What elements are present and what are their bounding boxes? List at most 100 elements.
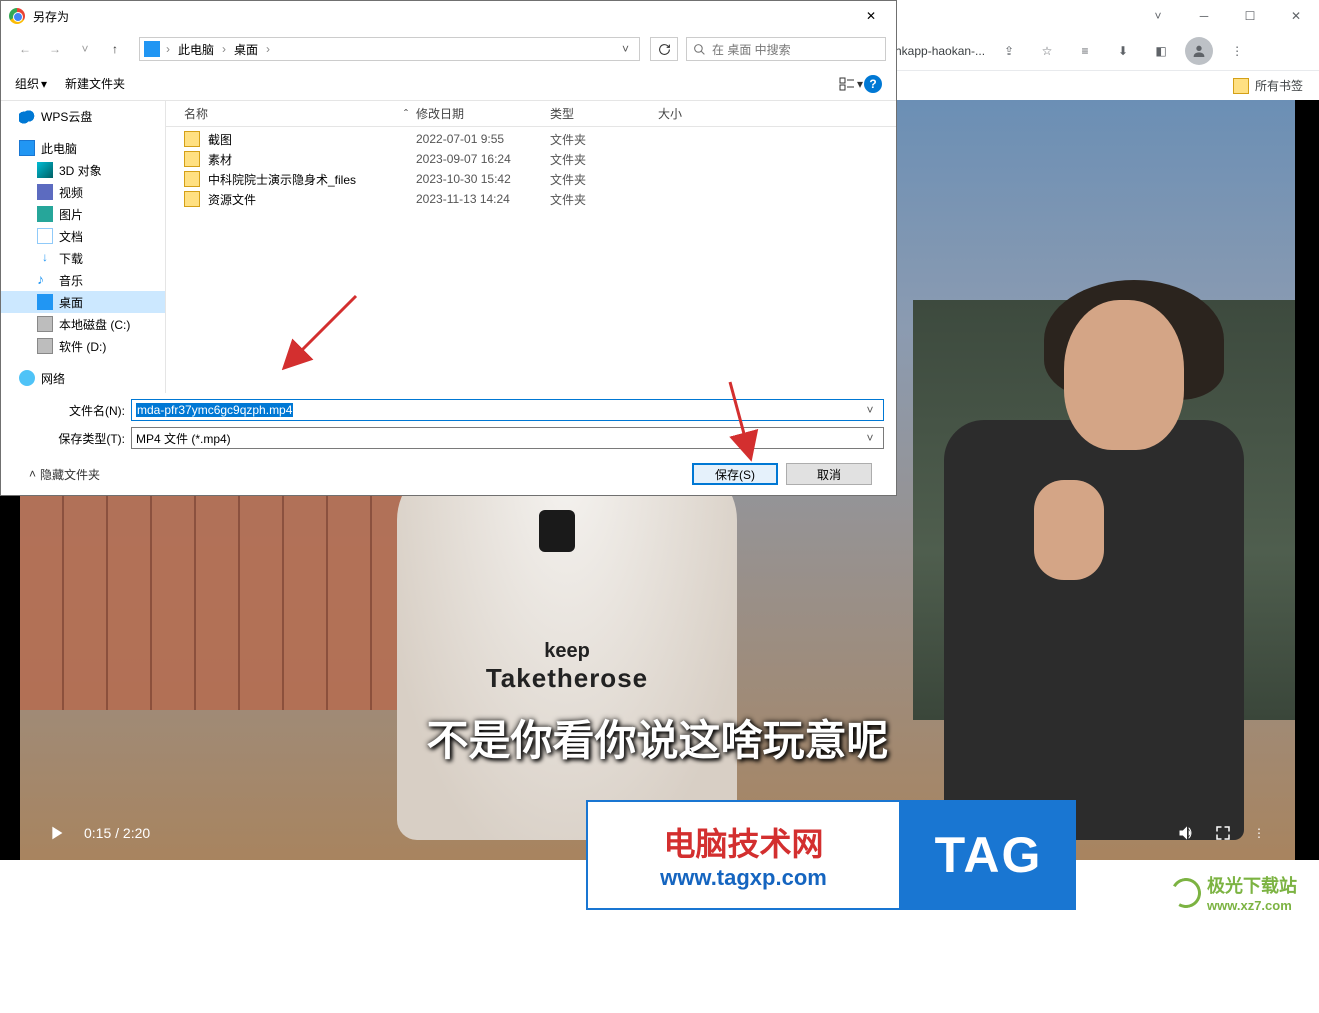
tree-label: 文档 [59,228,83,245]
chevron-right-icon: › [266,42,270,56]
filetype-select[interactable]: MP4 文件 (*.mp4) ˅ [131,427,884,449]
file-type: 文件夹 [550,151,658,168]
reading-list-icon[interactable]: ≡ [1071,37,1099,65]
chevron-up-icon: ˄ [29,467,36,481]
file-row[interactable]: 截图2022-07-01 9:55文件夹 [166,129,896,149]
dialog-titlebar[interactable]: 另存为 ✕ [1,1,896,31]
music-icon: ♪ [37,272,53,288]
shirt-line2: Taketherose [467,663,667,694]
dropdown-caret-icon[interactable]: ˅ [861,431,879,445]
breadcrumb-pc[interactable]: 此电脑 [174,39,218,60]
tree-label: 网络 [41,370,65,387]
file-type: 文件夹 [550,191,658,208]
view-mode-button[interactable]: ▾ [838,73,864,95]
breadcrumb[interactable]: › 此电脑 › 桌面 › ˅ [139,37,640,61]
tree-3d-objects[interactable]: 3D 对象 [1,159,165,181]
file-list-header[interactable]: 名称ˆ 修改日期 类型 大小 [166,101,896,127]
file-row[interactable]: 素材2023-09-07 16:24文件夹 [166,149,896,169]
close-window-button[interactable]: ✕ [1273,0,1319,32]
tree-disk-d[interactable]: 软件 (D:) [1,335,165,357]
bookmarks-bar: 所有书签 [889,70,1319,100]
watermark-title: 电脑技术网 [663,819,823,865]
filename-input[interactable]: mda-pfr37ymc6gc9qzph.mp4 ˅ [131,399,884,421]
file-row[interactable]: 资源文件2023-11-13 14:24文件夹 [166,189,896,209]
column-name[interactable]: 名称ˆ [184,105,416,122]
bookmark-star-icon[interactable]: ☆ [1033,37,1061,65]
tree-network[interactable]: 网络 [1,367,165,389]
chrome-menu-icon[interactable]: ⋮ [1223,37,1251,65]
tree-downloads[interactable]: ↓下载 [1,247,165,269]
search-placeholder: 在 桌面 中搜索 [712,41,791,58]
dialog-close-button[interactable]: ✕ [848,1,894,31]
volume-button[interactable] [1169,815,1205,851]
dialog-body: WPS云盘 此电脑 3D 对象 视频 图片 文档 ↓下载 ♪音乐 桌面 本地磁盘… [1,101,896,393]
new-folder-label: 新建文件夹 [65,75,125,92]
shirt-line1: keep [467,640,667,663]
bookmark-label: 所有书签 [1255,77,1303,94]
organize-menu[interactable]: 组织 ▾ [15,75,47,92]
file-type: 文件夹 [550,171,658,188]
tree-label: 软件 (D:) [59,338,106,355]
jiguang-cn: 极光下载站 [1207,872,1297,898]
nav-back-button[interactable]: ← [11,35,39,63]
tree-videos[interactable]: 视频 [1,181,165,203]
save-button[interactable]: 保存(S) [692,463,778,485]
watermark-tag-text: TAG [935,826,1043,884]
refresh-button[interactable] [650,37,678,61]
cancel-button[interactable]: 取消 [786,463,872,485]
save-as-dialog: 另存为 ✕ ← → ˅ ↑ › 此电脑 › 桌面 › ˅ 在 桌面 中搜索 组织… [0,0,897,496]
tree-label: 图片 [59,206,83,223]
jiguang-logo-icon [1168,874,1205,911]
profile-avatar[interactable] [1185,37,1213,65]
breadcrumb-desktop[interactable]: 桌面 [230,39,262,60]
breadcrumb-dropdown[interactable]: ˅ [616,42,635,56]
hide-folders-toggle[interactable]: ˄ 隐藏文件夹 [29,466,100,483]
tree-disk-c[interactable]: 本地磁盘 (C:) [1,313,165,335]
watermark-left: 电脑技术网 www.tagxp.com [586,800,901,910]
maximize-button[interactable]: ☐ [1227,0,1273,32]
address-fragment: hkapp-haokan-... [895,44,985,58]
play-button[interactable] [38,815,74,851]
video-icon [37,184,53,200]
head-right [1064,300,1184,450]
navigation-tree[interactable]: WPS云盘 此电脑 3D 对象 视频 图片 文档 ↓下载 ♪音乐 桌面 本地磁盘… [1,101,166,393]
downloads-icon[interactable]: ⬇ [1109,37,1137,65]
folder-icon [184,151,200,167]
help-button[interactable]: ? [864,75,882,93]
more-options-button[interactable]: ⋮ [1241,815,1277,851]
nav-up-button[interactable]: ↑ [101,35,129,63]
column-size[interactable]: 大小 [658,105,738,122]
tree-label: 视频 [59,184,83,201]
watermark-tag-badge: TAG [901,800,1076,910]
new-folder-button[interactable]: 新建文件夹 [65,75,125,92]
chevron-right-icon: › [222,42,226,56]
column-type[interactable]: 类型 [550,105,658,122]
tree-music[interactable]: ♪音乐 [1,269,165,291]
jiguang-url: www.xz7.com [1207,898,1297,913]
dropdown-caret-icon[interactable]: ˅ [861,403,879,417]
column-date[interactable]: 修改日期 [416,105,550,122]
tree-desktop[interactable]: 桌面 [1,291,165,313]
all-bookmarks-button[interactable]: 所有书签 [1233,77,1303,94]
file-date: 2023-10-30 15:42 [416,172,550,186]
tree-label: WPS云盘 [41,108,92,125]
minimize-button[interactable]: ─ [1181,0,1227,32]
side-panel-icon[interactable]: ◧ [1147,37,1175,65]
tree-pictures[interactable]: 图片 [1,203,165,225]
chrome-tab-dropdown[interactable]: ˅ [1135,0,1181,32]
watermark-tagxp: 电脑技术网 www.tagxp.com TAG [586,800,1076,910]
file-list[interactable]: 截图2022-07-01 9:55文件夹 素材2023-09-07 16:24文… [166,127,896,393]
filetype-label: 保存类型(T): [13,430,131,447]
folder-icon [184,171,200,187]
nav-recent-dropdown[interactable]: ˅ [71,35,99,63]
sort-caret-icon: ˆ [404,107,408,121]
fullscreen-button[interactable] [1205,815,1241,851]
tree-label: 3D 对象 [59,162,102,179]
search-input[interactable]: 在 桌面 中搜索 [686,37,886,61]
dialog-toolbar: 组织 ▾ 新建文件夹 ▾ ? [1,67,896,101]
tree-documents[interactable]: 文档 [1,225,165,247]
file-row[interactable]: 中科院院士演示隐身术_files2023-10-30 15:42文件夹 [166,169,896,189]
share-icon[interactable]: ⇪ [995,37,1023,65]
tree-wps-cloud[interactable]: WPS云盘 [1,105,165,127]
tree-this-pc[interactable]: 此电脑 [1,137,165,159]
